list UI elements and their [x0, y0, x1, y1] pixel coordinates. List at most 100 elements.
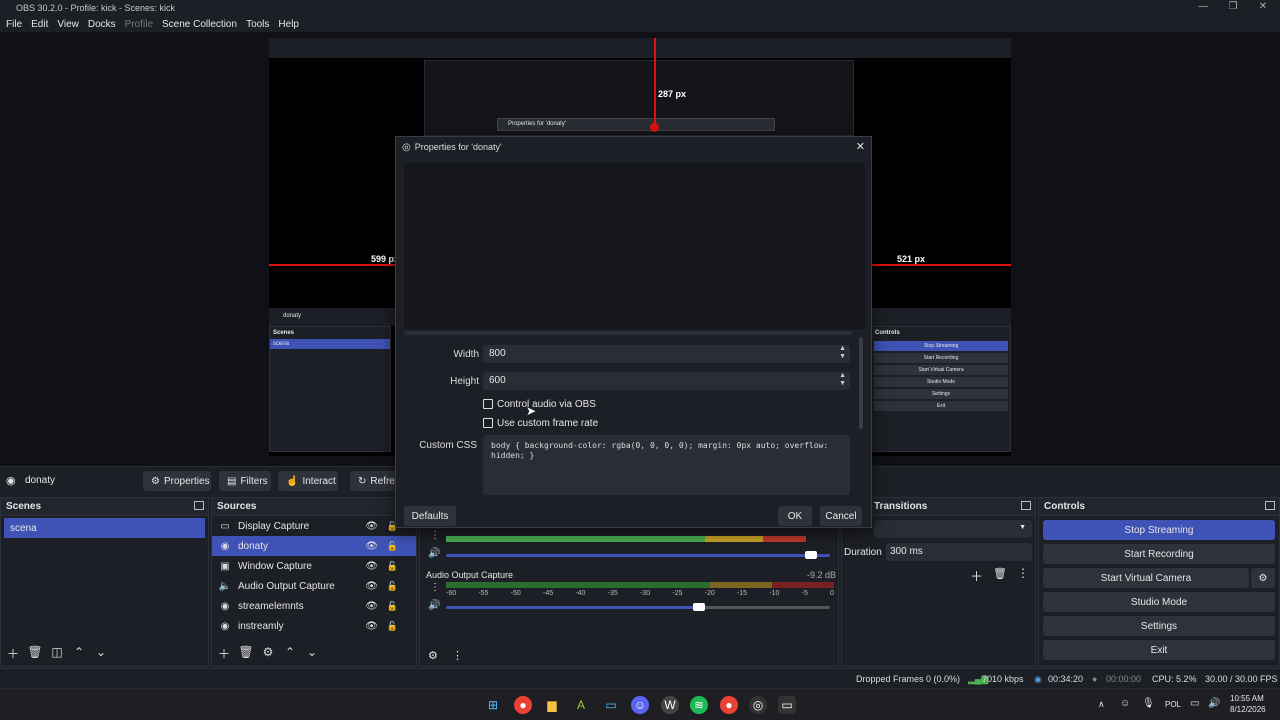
duration-input[interactable]: 300 ms	[886, 543, 1032, 561]
chrome-icon[interactable]: ●	[720, 696, 738, 714]
scale-tick: -35	[607, 590, 618, 597]
transition-select[interactable]: ▼	[874, 520, 1032, 538]
file-explorer-icon[interactable]: ▆	[543, 696, 561, 714]
visibility-eye-icon[interactable]: 👁	[365, 541, 378, 552]
microphone-icon[interactable]: 🎙	[1142, 698, 1155, 709]
chrome-icon[interactable]: ●	[514, 696, 532, 714]
volume-slider-track[interactable]	[446, 606, 830, 609]
obs-icon[interactable]: ◎	[749, 696, 767, 714]
stop-streaming-button[interactable]: Stop Streaming	[1043, 520, 1275, 540]
menu-tools[interactable]: Tools	[246, 19, 269, 30]
properties-button[interactable]: ⚙ Properties	[143, 471, 211, 491]
defaults-button[interactable]: Defaults	[404, 506, 456, 526]
menu-dots-icon[interactable]: ⋮	[430, 582, 440, 593]
cancel-button[interactable]: Cancel	[820, 506, 862, 526]
remove-scene-icon[interactable]: 🗑	[27, 645, 43, 662]
source-item[interactable]: ◉ instreamly 👁 🔓	[212, 616, 416, 636]
menu-help[interactable]: Help	[278, 19, 299, 30]
custom-css-textarea[interactable]: body { background-color: rgba(0, 0, 0, 0…	[483, 435, 850, 495]
minimize-button[interactable]: —	[1188, 0, 1218, 16]
exit-button[interactable]: Exit	[1043, 640, 1275, 660]
menu-scene-collection[interactable]: Scene Collection	[162, 19, 237, 30]
app-icon[interactable]: A	[572, 696, 590, 714]
volume-slider-thumb[interactable]	[804, 551, 817, 559]
visibility-eye-icon[interactable]: 👁	[365, 561, 378, 572]
menu-profile[interactable]: Profile	[125, 19, 153, 30]
remove-source-icon[interactable]: 🗑	[238, 645, 254, 662]
undock-icon[interactable]	[194, 501, 204, 510]
menu-file[interactable]: File	[6, 19, 22, 30]
spin-arrows-icon[interactable]: ▲ ▼	[839, 372, 846, 388]
source-item[interactable]: ▣ Window Capture 👁 🔓	[212, 556, 416, 576]
add-source-icon[interactable]: ＋	[216, 645, 232, 662]
start-recording-button[interactable]: Start Recording	[1043, 544, 1275, 564]
visibility-eye-icon[interactable]: 👁	[365, 581, 378, 592]
menu-dots-icon[interactable]: ⋮	[430, 530, 440, 541]
source-item[interactable]: ◉ donaty 👁 🔓	[212, 536, 416, 556]
menu-edit[interactable]: Edit	[31, 19, 48, 30]
filters-button[interactable]: ▤ Filters	[219, 471, 271, 491]
volume-slider-track[interactable]	[446, 554, 830, 557]
clock-date[interactable]: 8/12/2026	[1230, 705, 1266, 714]
add-transition-icon[interactable]: ＋	[970, 566, 983, 585]
windows-start-icon[interactable]: ⊞	[484, 696, 502, 714]
menu-dots-icon[interactable]: ⋮	[452, 649, 463, 662]
source-properties-icon[interactable]: ⚙	[260, 645, 276, 662]
language-indicator[interactable]: POL	[1165, 700, 1181, 709]
control-audio-checkbox[interactable]	[483, 399, 493, 409]
volume-slider-thumb[interactable]	[693, 603, 706, 611]
custom-fps-checkbox[interactable]	[483, 418, 493, 428]
move-down-icon[interactable]: ⌄	[93, 645, 109, 662]
undock-icon[interactable]	[1021, 501, 1031, 510]
spin-arrows-icon[interactable]: ▲ ▼	[839, 345, 846, 361]
discord-icon[interactable]: ☺	[631, 696, 649, 714]
lock-icon[interactable]: 🔓	[387, 561, 398, 572]
mixer-settings-icon[interactable]: ⚙	[428, 649, 438, 662]
monitor-app-icon[interactable]: ▭	[602, 696, 620, 714]
interact-button[interactable]: ☝ Interact	[278, 471, 338, 491]
discord-tray-icon[interactable]: ☺	[1120, 698, 1130, 709]
menu-dots-icon[interactable]: ⋮	[1017, 566, 1029, 580]
virtual-camera-settings-button[interactable]: ⚙	[1251, 568, 1275, 588]
menu-view[interactable]: View	[57, 19, 79, 30]
ok-button[interactable]: OK	[778, 506, 812, 526]
speaker-tray-icon[interactable]: 🔊	[1208, 698, 1220, 709]
settings-button[interactable]: Settings	[1043, 616, 1275, 636]
volume-icon[interactable]: 🔊	[428, 600, 440, 611]
source-item[interactable]: ▭ Display Capture 👁 🔓	[212, 516, 416, 536]
visibility-eye-icon[interactable]: 👁	[365, 521, 378, 532]
scene-filters-icon[interactable]: ◫	[49, 645, 65, 662]
maximize-button[interactable]: ❐	[1218, 0, 1248, 16]
close-window-button[interactable]: ✕	[1248, 0, 1278, 16]
spotify-icon[interactable]: ≋	[690, 696, 708, 714]
source-item[interactable]: ◉ streamelemnts 👁 🔓	[212, 596, 416, 616]
visibility-eye-icon[interactable]: 👁	[365, 621, 378, 632]
volume-icon[interactable]: 🔊	[428, 548, 440, 559]
move-up-icon[interactable]: ⌃	[71, 645, 87, 662]
move-up-icon[interactable]: ⌃	[282, 645, 298, 662]
scene-item[interactable]: scena	[4, 518, 205, 538]
lock-icon[interactable]: 🔓	[387, 541, 398, 552]
w-app-icon[interactable]: W	[661, 696, 679, 714]
lock-icon[interactable]: 🔓	[387, 621, 398, 632]
custom-fps-label[interactable]: Use custom frame rate	[497, 418, 598, 429]
clock-time[interactable]: 10:55 AM	[1230, 694, 1264, 703]
start-virtual-camera-button[interactable]: Start Virtual Camera	[1043, 568, 1249, 588]
lock-icon[interactable]: 🔓	[387, 581, 398, 592]
tray-chevron-icon[interactable]: ∧	[1098, 699, 1105, 710]
control-audio-label[interactable]: Control audio via OBS	[497, 399, 596, 410]
menu-docks[interactable]: Docks	[88, 19, 116, 30]
add-scene-icon[interactable]: ＋	[5, 645, 21, 662]
close-icon[interactable]: ✕	[856, 140, 865, 153]
height-input[interactable]: 600 ▲ ▼	[483, 372, 850, 390]
studio-mode-button[interactable]: Studio Mode	[1043, 592, 1275, 612]
undock-icon[interactable]	[1265, 501, 1275, 510]
source-item[interactable]: 🔈 Audio Output Capture 👁 🔓	[212, 576, 416, 596]
network-icon[interactable]: ▭	[1190, 698, 1199, 709]
move-down-icon[interactable]: ⌄	[304, 645, 320, 662]
lock-icon[interactable]: 🔓	[387, 601, 398, 612]
visibility-eye-icon[interactable]: 👁	[365, 601, 378, 612]
width-input[interactable]: 800 ▲ ▼	[483, 345, 850, 363]
remove-transition-icon[interactable]: 🗑	[993, 567, 1007, 580]
terminal-icon[interactable]: ▭	[778, 696, 796, 714]
